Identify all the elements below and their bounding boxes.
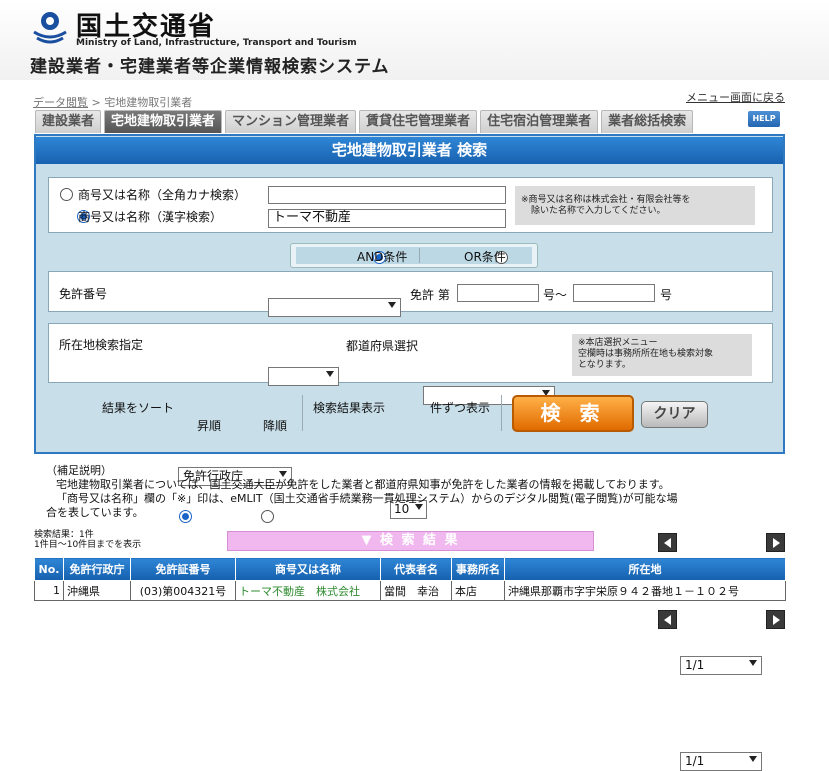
system-title: 建設業者・宅建業者等企業情報検索システム <box>30 57 390 77</box>
category-tabs: 建設業者 宅地建物取引業者 マンション管理業者 賃貸住宅管理業者 住宅宿泊管理業… <box>35 110 694 133</box>
chevron-down-icon <box>749 756 757 762</box>
arrow-left-icon <box>664 615 671 625</box>
page-select-top[interactable]: 1/1 <box>680 656 762 675</box>
next-page-button[interactable] <box>766 533 785 552</box>
location-note-line2: 空欄時は事務所所在地も検索対象 <box>578 349 714 359</box>
col-address: 所在地 <box>504 557 786 581</box>
supplement-title: （補足説明） <box>46 464 112 477</box>
ministry-name-en: Ministry of Land, Infrastructure, Transp… <box>76 38 357 48</box>
tab-construction[interactable]: 建設業者 <box>35 110 102 133</box>
breadcrumb-data-link[interactable]: データ閲覧 <box>33 96 88 109</box>
breadcrumb: データ閲覧 > 宅地建物取引業者 <box>33 94 192 110</box>
result-range: 1件目～10件目までを表示 <box>34 540 142 550</box>
button-divider <box>501 395 502 431</box>
license-to-input[interactable] <box>573 284 655 302</box>
result-bar[interactable]: ▼ 検 索 結 果 <box>227 531 594 551</box>
sort-label: 結果をソート <box>102 401 175 415</box>
col-authority: 免許行政庁 <box>63 557 131 581</box>
license-authority-select[interactable] <box>268 298 401 317</box>
condition-divider <box>419 248 420 263</box>
col-company-name: 商号又は名称 <box>235 557 381 581</box>
arrow-left-icon <box>664 538 671 548</box>
prev-page-button[interactable] <box>658 533 677 552</box>
results-table: No. 免許行政庁 免許証番号 商号又は名称 代表者名 事務所名 所在地 1 沖… <box>34 557 786 601</box>
sort-desc-label: 降順 <box>263 419 288 433</box>
kana-name-input[interactable] <box>268 186 506 204</box>
cell-address: 沖縄県那覇市字宇栄原９４２番地１－１０２号 <box>504 580 786 601</box>
breadcrumb-separator: > <box>91 96 101 109</box>
kanji-name-input[interactable]: トーマ不動産 <box>268 209 506 228</box>
tab-rental-housing[interactable]: 賃貸住宅管理業者 <box>359 110 478 133</box>
supplement-line: 合を表しています。 <box>46 506 144 519</box>
search-button[interactable]: 検 索 <box>512 395 634 432</box>
cell-representative: 當間 幸治 <box>380 580 452 601</box>
col-license-no: 免許証番号 <box>130 557 236 581</box>
kana-search-radio[interactable] <box>60 188 73 201</box>
sort-divider <box>302 395 303 431</box>
supplement-notes: （補足説明） 宅地建物取引業者については、国土交通大臣が免許をした業者と都道府県… <box>46 464 766 520</box>
location-label: 所在地検索指定 <box>59 338 144 352</box>
name-search-note: ※商号又は名称は株式会社・有限会社等を 除いた名称で入力してください。 <box>515 186 755 225</box>
arrow-right-icon <box>773 538 780 548</box>
tab-real-estate[interactable]: 宅地建物取引業者 <box>104 110 223 133</box>
location-note: ※本店選択メニュー 空欄時は事務所所在地も検索対象 となります。 <box>572 334 752 376</box>
license-to-suffix: 号 <box>660 288 673 302</box>
col-representative: 代表者名 <box>380 557 452 581</box>
arrow-right-icon <box>773 615 780 625</box>
clear-button[interactable]: クリア <box>641 401 708 428</box>
name-note-line1: ※商号又は名称は株式会社・有限会社等を <box>521 195 691 205</box>
company-name-link[interactable]: トーマ不動産 株式会社 <box>235 580 381 601</box>
cell-office: 本店 <box>451 580 505 601</box>
supplement-line: 宅地建物取引業者については、国土交通大臣が免許をした業者と都道府県知事が免許をし… <box>56 478 670 491</box>
or-condition-label: OR条件 <box>464 250 506 264</box>
and-condition-label: AND条件 <box>357 250 408 264</box>
result-count: 検索結果：1件 <box>34 530 94 540</box>
cell-authority: 沖縄県 <box>63 580 131 601</box>
panel-title: 宅地建物取引業者 検索 <box>36 137 783 164</box>
chevron-down-icon <box>749 660 757 666</box>
mlit-logo-icon <box>33 12 67 44</box>
prev-page-button-bottom[interactable] <box>658 610 677 629</box>
page-select-bottom[interactable]: 1/1 <box>680 752 762 771</box>
chevron-down-icon <box>326 371 334 377</box>
kanji-search-label: 商号又は名称（漢字検索） <box>78 210 223 224</box>
kana-search-label: 商号又は名称（全角カナ検索） <box>78 188 247 202</box>
page-size-suffix: 件ずつ表示 <box>430 401 491 415</box>
name-note-line2: 除いた名称で入力してください。 <box>531 206 666 216</box>
chevron-down-icon <box>388 302 396 308</box>
results-header-row: No. 免許行政庁 免許証番号 商号又は名称 代表者名 事務所名 所在地 <box>34 557 786 581</box>
table-row: 1 沖縄県 (03)第004321号 トーマ不動産 株式会社 當間 幸治 本店 … <box>34 580 786 601</box>
location-type-select[interactable] <box>268 367 339 386</box>
cell-license-no: (03)第004321号 <box>130 580 236 601</box>
location-note-line3: となります。 <box>578 360 631 370</box>
col-office: 事務所名 <box>451 557 505 581</box>
license-number-label: 免許番号 <box>59 287 108 301</box>
tab-overall-search[interactable]: 業者総括検索 <box>601 110 694 133</box>
col-no: No. <box>34 557 64 581</box>
tab-condominium[interactable]: マンション管理業者 <box>225 110 357 133</box>
license-from-suffix: 号～ <box>543 288 568 302</box>
help-button[interactable]: HELP <box>748 111 780 127</box>
license-from-input[interactable] <box>457 284 539 302</box>
back-to-menu-link[interactable]: メニュー画面に戻る <box>686 89 785 105</box>
breadcrumb-current: 宅地建物取引業者 <box>104 96 193 109</box>
next-page-button-bottom[interactable] <box>766 610 785 629</box>
sort-asc-label: 昇順 <box>197 419 222 433</box>
tab-lodging[interactable]: 住宅宿泊管理業者 <box>480 110 599 133</box>
supplement-line: 「商号又は名称」欄の「※」印は、eMLIT（国土交通省手続業務一貫処理システム）… <box>56 492 678 505</box>
page-size-label: 検索結果表示 <box>313 401 386 415</box>
license-mid-label: 免許 第 <box>410 288 450 302</box>
location-note-line1: ※本店選択メニュー <box>578 338 658 348</box>
prefecture-label: 都道府県選択 <box>346 339 419 353</box>
cell-no: 1 <box>34 580 64 601</box>
result-summary: 検索結果：1件 1件目～10件目までを表示 <box>34 530 141 550</box>
